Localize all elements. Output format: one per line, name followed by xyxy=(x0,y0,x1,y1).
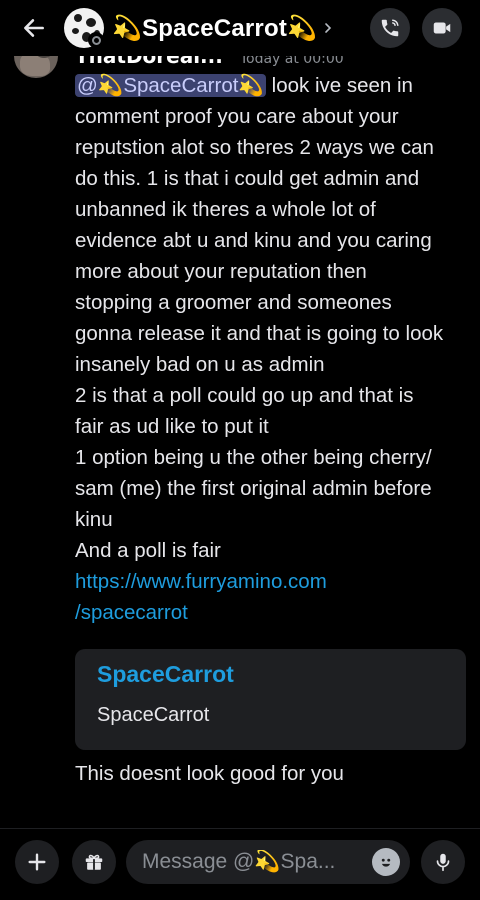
message-line: fair as ud like to put it xyxy=(75,415,269,438)
message-line: unbanned ik theres a whole lot of xyxy=(75,198,376,221)
message-input[interactable] xyxy=(142,840,362,884)
embed-title[interactable]: SpaceCarrot xyxy=(97,661,234,688)
back-button[interactable] xyxy=(18,12,50,44)
plus-icon xyxy=(28,853,46,871)
message-line: gonna release it and that is going to lo… xyxy=(75,322,444,345)
message-link[interactable]: /spacecarrot xyxy=(75,597,475,628)
channel-title-button[interactable]: 💫SpaceCarrot💫 xyxy=(112,12,333,44)
message-line: 2 is that a poll could go up and that is xyxy=(75,384,414,407)
message-line: reputstion alot so theres 2 ways we can xyxy=(75,136,434,159)
message-link[interactable]: https://www.furryamino.com xyxy=(75,566,475,597)
emoji-button[interactable] xyxy=(372,848,400,876)
message-line: sam (me) the first original admin before xyxy=(75,477,432,500)
message-line: comment proof you care about your xyxy=(75,105,399,128)
user-mention[interactable]: @💫SpaceCarrot💫 xyxy=(75,74,266,97)
followup-message: This doesnt look good for you xyxy=(75,762,344,785)
video-call-button[interactable] xyxy=(422,8,462,48)
message-line: kinu xyxy=(75,508,113,531)
gift-button[interactable] xyxy=(72,840,116,884)
message-line: @💫SpaceCarrot💫 look ive seen in xyxy=(75,74,413,97)
arrow-left-icon xyxy=(24,19,44,37)
gift-icon xyxy=(85,854,103,870)
message-timestamp: Today at 00:00 xyxy=(239,56,344,67)
link-embed: SpaceCarrot SpaceCarrot xyxy=(75,649,466,750)
chevron-right-icon xyxy=(325,23,332,33)
attach-button[interactable] xyxy=(15,840,59,884)
channel-title: 💫SpaceCarrot💫 xyxy=(112,14,318,42)
author-avatar[interactable] xyxy=(14,56,58,78)
message-line: 1 option being u the other being cherry/ xyxy=(75,446,432,469)
message-line: stopping a groomer and someones xyxy=(75,291,392,314)
video-camera-icon xyxy=(433,22,451,34)
message-line: do this. 1 is that i could get admin and xyxy=(75,167,420,190)
composer-bar xyxy=(0,828,480,900)
message-line: And a poll is fair xyxy=(75,539,221,562)
message-list[interactable]: ThatDoreal... Today at 00:00 @💫SpaceCarr… xyxy=(0,56,480,828)
embed-description: SpaceCarrot xyxy=(97,704,210,726)
emoji-icon xyxy=(381,858,391,867)
message-line: evidence abt u and kinu and you caring xyxy=(75,229,432,252)
phone-icon xyxy=(381,19,399,37)
offline-status-icon xyxy=(88,32,104,48)
message-line: more about your reputation then xyxy=(75,260,367,283)
message-line: insanely bad on u as admin xyxy=(75,353,325,376)
author-name[interactable]: ThatDoreal... xyxy=(75,56,223,68)
message-body: @💫SpaceCarrot💫 look ive seen in comment … xyxy=(75,70,475,628)
voice-call-button[interactable] xyxy=(370,8,410,48)
message-composer[interactable] xyxy=(126,840,410,884)
microphone-icon xyxy=(436,853,450,872)
message-header: ThatDoreal... Today at 00:00 xyxy=(75,56,344,68)
voice-message-button[interactable] xyxy=(421,840,465,884)
dm-header: 💫SpaceCarrot💫 xyxy=(0,0,480,56)
